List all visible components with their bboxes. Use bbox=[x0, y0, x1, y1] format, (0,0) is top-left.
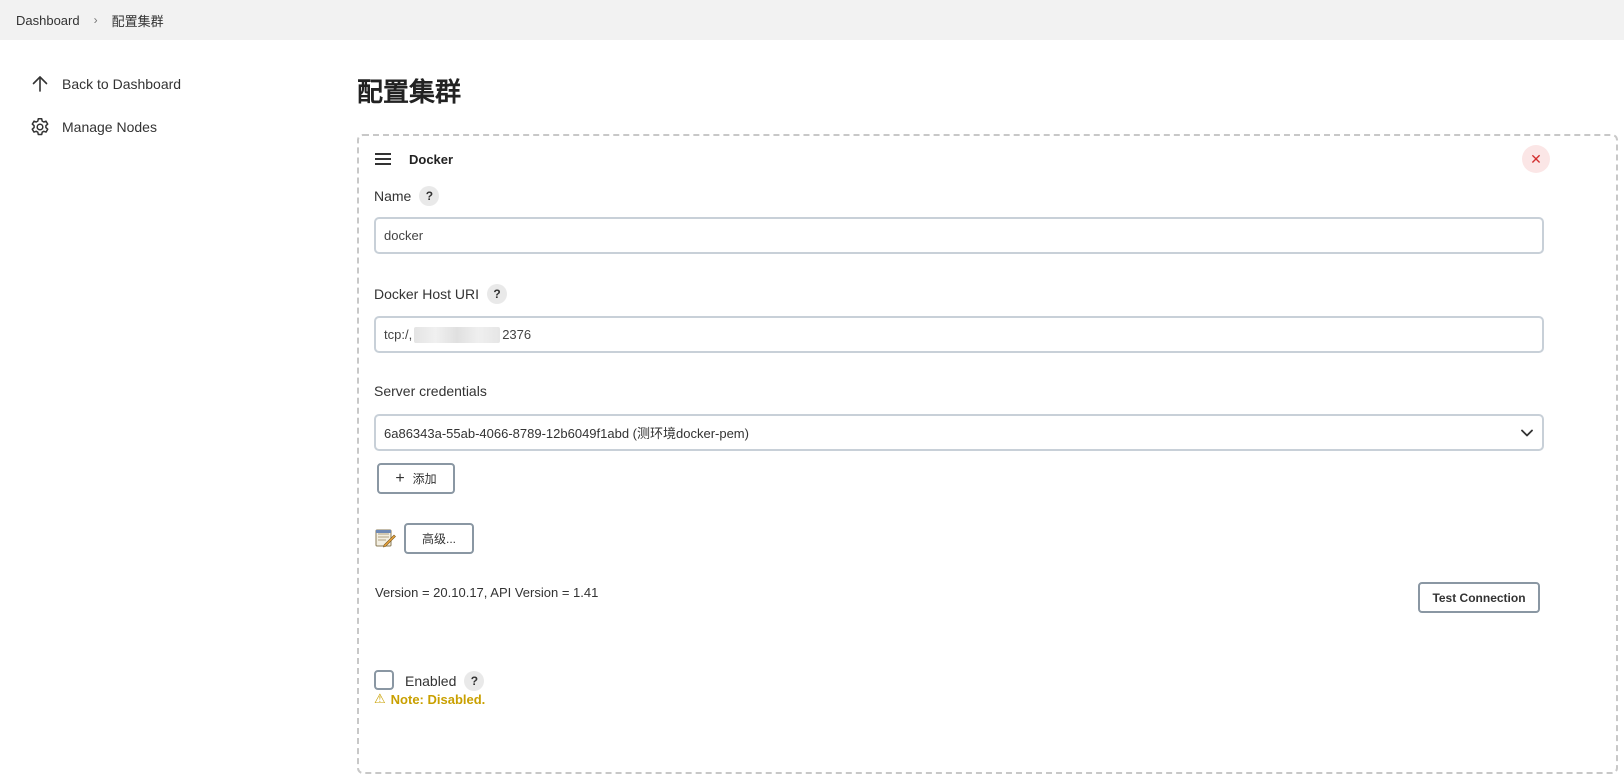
notepad-icon bbox=[374, 527, 396, 549]
redacted-host bbox=[414, 326, 501, 343]
sidebar-item-label: Manage Nodes bbox=[62, 119, 157, 135]
plus-icon: + bbox=[395, 469, 405, 487]
test-connection-button[interactable]: Test Connection bbox=[1418, 582, 1540, 613]
version-text: Version = 20.10.17, API Version = 1.41 bbox=[375, 585, 599, 600]
credentials-label-row: Server credentials bbox=[374, 383, 487, 399]
page-title: 配置集群 bbox=[357, 78, 462, 108]
name-input-value: docker bbox=[384, 228, 424, 243]
breadcrumb-dashboard[interactable]: Dashboard bbox=[16, 13, 80, 28]
enabled-label-row[interactable]: Enabled ? bbox=[405, 671, 485, 691]
add-credentials-button[interactable]: + 添加 bbox=[377, 463, 455, 494]
advanced-button[interactable]: 高级... bbox=[404, 523, 474, 554]
host-value-prefix: tcp:/, bbox=[384, 327, 413, 342]
docker-host-uri-input[interactable]: tcp:/, 2376 bbox=[374, 316, 1544, 353]
sidebar-item-back-to-dashboard[interactable]: Back to Dashboard bbox=[30, 74, 181, 94]
add-button-label: 添加 bbox=[412, 472, 437, 486]
sidebar-item-manage-nodes[interactable]: Manage Nodes bbox=[30, 117, 157, 137]
drag-handle-icon[interactable] bbox=[375, 153, 391, 165]
help-icon[interactable]: ? bbox=[464, 671, 485, 691]
server-credentials-label: Server credentials bbox=[374, 383, 487, 399]
enabled-label: Enabled bbox=[405, 673, 457, 689]
close-icon: ✕ bbox=[1530, 150, 1542, 167]
warning-icon: ⚠ bbox=[374, 691, 386, 706]
sidebar-item-label: Back to Dashboard bbox=[62, 76, 182, 92]
delete-cloud-button[interactable]: ✕ bbox=[1522, 145, 1550, 173]
cloud-title: Docker bbox=[409, 152, 454, 167]
gear-icon bbox=[30, 117, 50, 137]
name-label: Name bbox=[374, 188, 412, 204]
credentials-selected-value: 6a86343a-55ab-4066-8789-12b6049f1abd (测环… bbox=[384, 426, 749, 441]
help-icon[interactable]: ? bbox=[419, 186, 440, 206]
note-text: Note: Disabled. bbox=[390, 691, 486, 707]
chevron-down-icon bbox=[1520, 426, 1534, 440]
breadcrumb: Dashboard › 配置集群 bbox=[0, 0, 1624, 40]
name-label-row: Name ? bbox=[374, 186, 440, 206]
breadcrumb-current[interactable]: 配置集群 bbox=[112, 11, 164, 30]
enabled-checkbox[interactable] bbox=[374, 670, 394, 690]
host-label-row: Docker Host URI ? bbox=[374, 284, 508, 304]
arrow-up-icon bbox=[30, 74, 50, 94]
chevron-right-icon: › bbox=[93, 13, 98, 27]
host-value-suffix: 2376 bbox=[502, 327, 532, 342]
disabled-note: ⚠ Note: Disabled. bbox=[374, 691, 485, 707]
name-input[interactable]: docker bbox=[374, 217, 1544, 254]
server-credentials-select[interactable]: 6a86343a-55ab-4066-8789-12b6049f1abd (测环… bbox=[374, 414, 1544, 451]
help-icon[interactable]: ? bbox=[487, 284, 508, 304]
docker-host-uri-label: Docker Host URI bbox=[374, 286, 480, 302]
